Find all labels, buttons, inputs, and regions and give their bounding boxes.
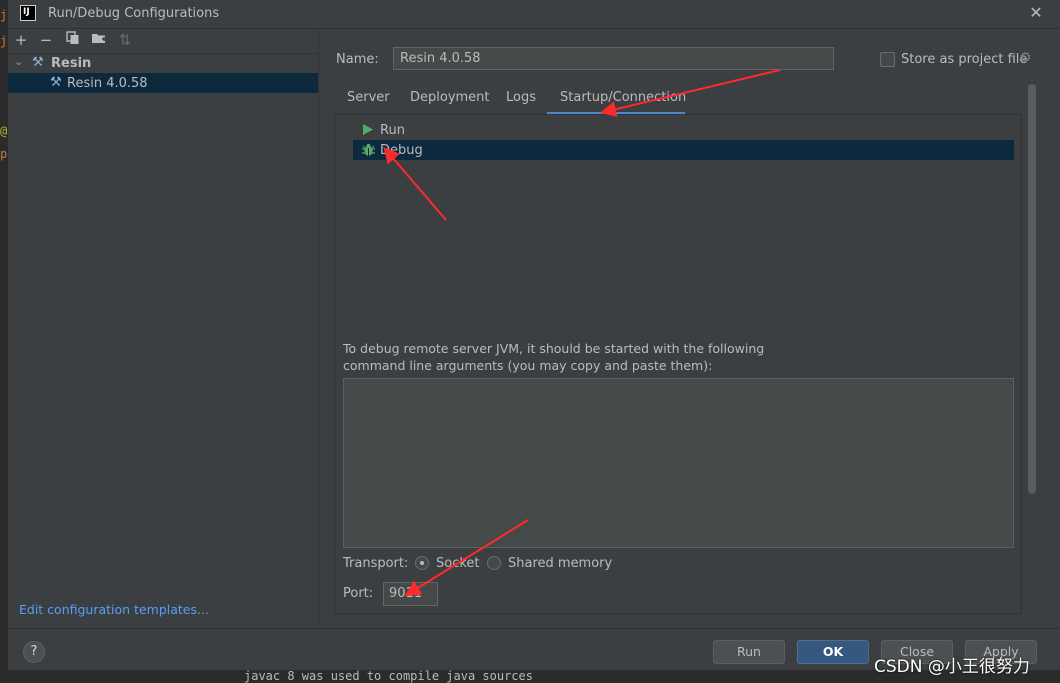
configurations-sidebar <box>8 29 319 627</box>
startup-item-label: Run <box>380 123 405 138</box>
add-icon[interactable]: + <box>11 30 31 50</box>
folder-icon[interactable] <box>89 30 109 50</box>
intellij-app-icon: IJ <box>20 5 36 21</box>
store-as-project-checkbox[interactable] <box>880 52 895 67</box>
editor-glyph: p <box>0 147 8 161</box>
tree-item-resin-4058[interactable]: ⚒ Resin 4.0.58 <box>8 73 318 93</box>
dialog-title: Run/Debug Configurations <box>48 6 220 21</box>
debug-info-line: To debug remote server JVM, it should be… <box>343 341 765 356</box>
tab-deployment[interactable]: Deployment <box>410 90 490 105</box>
tab-server[interactable]: Server <box>347 90 390 105</box>
close-icon[interactable]: ✕ <box>1027 4 1045 22</box>
startup-item-debug[interactable]: Debug <box>353 140 1014 160</box>
port-label: Port: <box>343 586 374 601</box>
tree-group-label: Resin <box>51 56 92 71</box>
run-triangle-icon <box>362 123 374 140</box>
resin-server-icon: ⚒ <box>32 55 44 70</box>
debug-info-line: command line arguments (you may copy and… <box>343 358 713 373</box>
copy-icon[interactable] <box>63 30 83 50</box>
editor-glyph: j <box>0 8 8 22</box>
vertical-scrollbar[interactable] <box>1028 84 1036 494</box>
port-input[interactable]: 9011 <box>383 582 438 606</box>
console-output-text: javac 8 was used to compile java sources <box>244 669 533 683</box>
transport-socket-radio[interactable] <box>415 556 429 570</box>
run-button[interactable]: Run <box>713 640 785 664</box>
startup-item-label: Debug <box>380 143 423 158</box>
tree-item-label: Resin 4.0.58 <box>67 76 148 91</box>
transport-label: Transport: <box>343 556 409 571</box>
editor-glyph: j <box>0 34 8 48</box>
help-button[interactable]: ? <box>23 641 45 663</box>
transport-shared-memory-label[interactable]: Shared memory <box>508 556 612 571</box>
sort-icon[interactable]: ⇅ <box>115 30 135 50</box>
edit-templates-link[interactable]: Edit configuration templates... <box>19 602 209 617</box>
tab-startup-connection[interactable]: Startup/Connection <box>560 90 686 105</box>
name-input[interactable]: Resin 4.0.58 <box>393 47 834 70</box>
chevron-down-icon[interactable]: ⌄ <box>14 55 23 68</box>
remove-icon[interactable]: − <box>36 30 56 50</box>
csdn-watermark: CSDN @小王很努力 <box>874 657 1030 677</box>
tab-logs[interactable]: Logs <box>506 90 536 105</box>
background-editor-gutter: j j @ p <box>0 0 8 683</box>
transport-shared-memory-radio[interactable] <box>487 556 501 570</box>
editor-glyph: @ <box>0 124 8 138</box>
debug-info-text: To debug remote server JVM, it should be… <box>343 340 863 374</box>
gear-icon[interactable]: ⚙ <box>1019 50 1032 66</box>
ok-button[interactable]: OK <box>797 640 869 664</box>
transport-socket-label[interactable]: Socket <box>436 556 480 571</box>
jvm-arguments-textarea[interactable] <box>343 378 1014 548</box>
store-as-project-label[interactable]: Store as project file <box>901 52 1027 67</box>
name-label: Name: <box>336 52 379 67</box>
resin-server-icon: ⚒ <box>50 75 62 90</box>
debug-bug-icon <box>362 143 375 161</box>
